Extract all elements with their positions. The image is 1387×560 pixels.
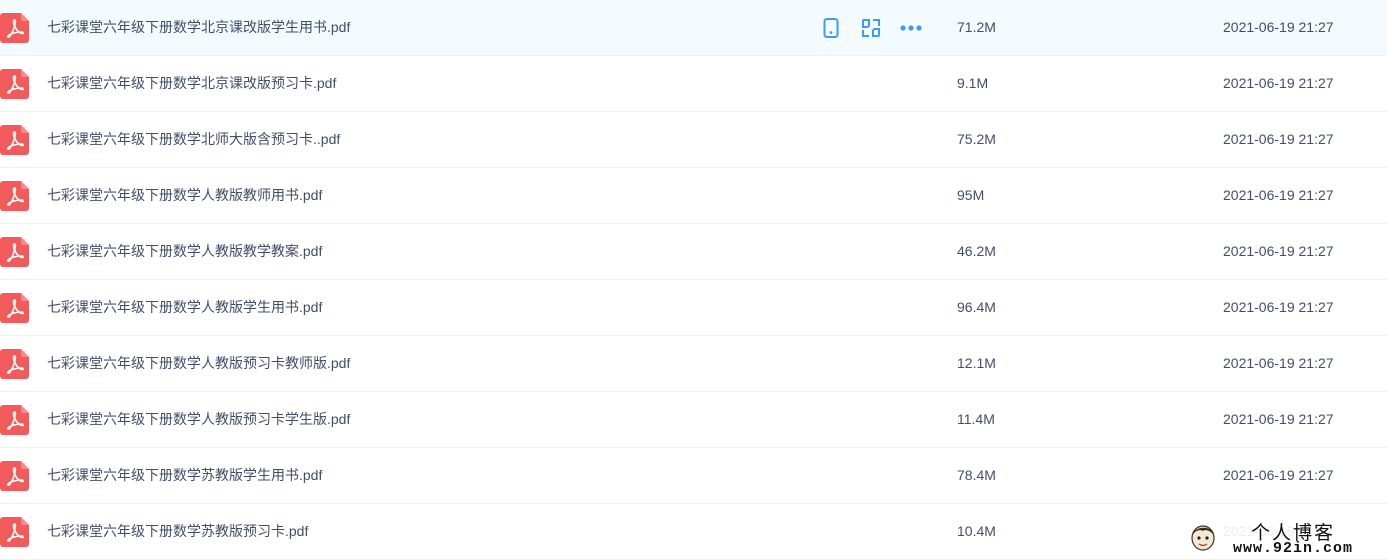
file-row[interactable]: 七彩课堂六年级下册数学人教版教学教案.pdf 46.2M 2021-06-19 … <box>0 224 1387 280</box>
file-row[interactable]: 七彩课堂六年级下册数学人教版学生用书.pdf 96.4M 2021-06-19 … <box>0 280 1387 336</box>
file-row[interactable]: 七彩课堂六年级下册数学苏教版学生用书.pdf 78.4M 2021-06-19 … <box>0 448 1387 504</box>
watermark-avatar-icon <box>1189 522 1217 552</box>
file-name[interactable]: 七彩课堂六年级下册数学人教版预习卡教师版.pdf <box>47 336 350 391</box>
file-modified-time: 2021-06-19 21:27 <box>1223 75 1334 91</box>
file-modified-time: 2021-06-19 21:27 <box>1223 131 1334 147</box>
file-row[interactable]: 七彩课堂六年级下册数学苏教版预习卡.pdf 10.4M 2021-06-19 2… <box>0 504 1387 560</box>
pdf-file-icon <box>0 517 29 547</box>
file-name[interactable]: 七彩课堂六年级下册数学北京课改版学生用书.pdf <box>47 0 350 55</box>
file-modified-time: 2021-06-19 21:27 <box>1223 299 1334 315</box>
watermark: 个人博客 www.92in.com <box>1183 518 1383 558</box>
pdf-file-icon <box>0 237 29 267</box>
watermark-url: www.92in.com <box>1233 540 1354 557</box>
file-modified-time: 2021-06-19 21:27 <box>1223 19 1334 35</box>
pdf-file-icon <box>0 405 29 435</box>
file-modified-time: 2021-06-19 21:27 <box>1223 355 1334 371</box>
file-row[interactable]: 七彩课堂六年级下册数学人教版预习卡学生版.pdf 11.4M 2021-06-1… <box>0 392 1387 448</box>
file-name[interactable]: 七彩课堂六年级下册数学人教版预习卡学生版.pdf <box>47 392 350 447</box>
file-name[interactable]: 七彩课堂六年级下册数学人教版教师用书.pdf <box>47 168 322 223</box>
file-row[interactable]: 七彩课堂六年级下册数学北京课改版预习卡.pdf 9.1M 2021-06-19 … <box>0 56 1387 112</box>
file-row[interactable]: 七彩课堂六年级下册数学人教版预习卡教师版.pdf 12.1M 2021-06-1… <box>0 336 1387 392</box>
file-size: 96.4M <box>957 299 996 315</box>
file-name[interactable]: 七彩课堂六年级下册数学北京课改版预习卡.pdf <box>47 56 336 111</box>
pdf-file-icon <box>0 181 29 211</box>
file-name[interactable]: 七彩课堂六年级下册数学北师大版含预习卡..pdf <box>47 112 340 167</box>
file-modified-time: 2021-06-19 21:27 <box>1223 243 1334 259</box>
pdf-file-icon <box>0 293 29 323</box>
file-size: 95M <box>957 187 985 203</box>
file-size: 71.2M <box>957 19 996 35</box>
file-modified-time: 2021-06-19 21:27 <box>1223 411 1334 427</box>
row-actions <box>820 16 922 40</box>
file-list: 七彩课堂六年级下册数学北京课改版学生用书.pdf 71.2M 2021-06-1… <box>0 0 1387 560</box>
file-size: 46.2M <box>957 243 996 259</box>
file-size: 9.1M <box>957 75 989 91</box>
share-icon[interactable] <box>860 17 882 39</box>
file-size: 11.4M <box>957 411 995 427</box>
file-size: 78.4M <box>957 467 996 483</box>
file-size: 75.2M <box>957 131 996 147</box>
pdf-file-icon <box>0 125 29 155</box>
file-size: 10.4M <box>957 523 996 539</box>
file-row[interactable]: 七彩课堂六年级下册数学北京课改版学生用书.pdf 71.2M 2021-06-1… <box>0 0 1387 56</box>
file-name[interactable]: 七彩课堂六年级下册数学苏教版学生用书.pdf <box>47 448 322 503</box>
file-name[interactable]: 七彩课堂六年级下册数学人教版学生用书.pdf <box>47 280 322 335</box>
file-modified-time: 2021-06-19 21:27 <box>1223 467 1334 483</box>
file-row[interactable]: 七彩课堂六年级下册数学人教版教师用书.pdf 95M 2021-06-19 21… <box>0 168 1387 224</box>
file-size: 12.1M <box>957 355 996 371</box>
phone-icon[interactable] <box>820 17 842 39</box>
pdf-file-icon <box>0 349 29 379</box>
pdf-file-icon <box>0 461 29 491</box>
pdf-file-icon <box>0 13 29 43</box>
file-name[interactable]: 七彩课堂六年级下册数学人教版教学教案.pdf <box>47 224 322 279</box>
pdf-file-icon <box>0 69 29 99</box>
more-icon[interactable] <box>900 17 922 39</box>
file-modified-time: 2021-06-19 21:27 <box>1223 187 1334 203</box>
file-row[interactable]: 七彩课堂六年级下册数学北师大版含预习卡..pdf 75.2M 2021-06-1… <box>0 112 1387 168</box>
file-name[interactable]: 七彩课堂六年级下册数学苏教版预习卡.pdf <box>47 504 308 559</box>
